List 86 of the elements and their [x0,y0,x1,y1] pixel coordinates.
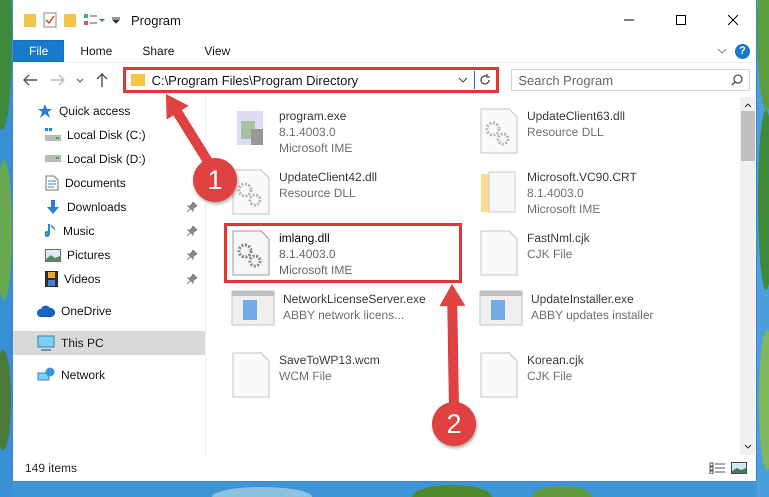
sidebar-item[interactable]: Documents [13,171,132,195]
file-detail: 8.1.4003.0 [279,125,337,139]
drive-icon [45,155,61,163]
computer-icon [37,335,55,351]
sidebar-item[interactable]: Pictures [13,243,116,267]
file-detail: 8.1.4003.0 [527,186,585,200]
gears-file-icon [231,229,271,277]
file-item[interactable]: imlang.dll 8.1.4003.0 Microsoft IME [224,223,462,283]
file-name[interactable]: SaveToWP13.wcm [279,353,380,367]
pictures-icon [45,248,61,262]
search-field[interactable]: Search Program [511,69,750,91]
file-name[interactable]: NetworkLicenseServer.exe [283,292,426,306]
scrollbar-thumb[interactable] [741,111,755,161]
file-detail: Resource DLL [279,186,357,200]
item-count: 149 items [25,461,78,475]
network-icon [37,367,55,383]
file-detail: Resource DLL [527,125,605,139]
scroll-up-icon [744,101,752,109]
sidebar-item[interactable]: Videos [13,267,106,291]
back-arrow-icon [22,74,37,86]
file-detail: WCM File [279,369,333,383]
file-name[interactable]: FastNml.cjk [527,231,590,245]
sidebar-item[interactable]: Quick access [13,99,136,123]
star-icon [37,103,53,119]
up-arrow-icon [96,73,108,87]
file-detail: Microsoft IME [279,141,352,155]
gears-file-icon [479,107,519,155]
file-name[interactable]: Korean.cjk [527,353,584,367]
sidebar-item[interactable]: OneDrive [13,299,118,323]
file-detail: ABBY updates installer [531,308,654,322]
sidebar-item[interactable]: Local Disk (D:) [13,147,152,171]
scrollbar[interactable] [740,97,756,455]
cloud-icon [37,305,55,317]
chevron-down-icon [458,77,468,83]
refresh-icon [478,74,491,86]
folder-icon [63,12,77,28]
file-name[interactable]: UpdateInstaller.exe [531,292,654,306]
search-icon [731,74,744,86]
properties-icon [43,12,57,28]
ribbon-tab[interactable]: Home [66,40,126,62]
file-detail: 8.1.4003.0 [279,247,337,261]
window-icon [231,290,275,326]
dropdown-caret-icon [111,15,121,25]
scroll-down-icon [744,443,752,451]
blank-file-icon [231,351,271,399]
music-note-icon [45,223,57,239]
file-name[interactable]: UpdateClient63.dll [527,109,626,123]
sidebar-item[interactable]: Downloads [13,195,132,219]
forward-arrow-icon [50,74,65,86]
film-icon [45,271,58,287]
file-detail: CJK File [527,247,574,261]
sidebar-item[interactable]: Local Disk (C:) [13,123,152,147]
blank-file-icon [479,351,519,399]
sidebar-item[interactable]: This PC [13,331,205,355]
file-detail: Microsoft IME [527,202,602,216]
address-field[interactable]: C:\Program Files\Program Directory [122,67,500,93]
download-icon [45,199,61,215]
sidebar-item[interactable]: Music [13,219,100,243]
maximize-icon [676,15,686,25]
file-name[interactable]: program.exe [279,109,352,123]
folder-icon [23,12,37,28]
help-button[interactable]: ? [735,44,750,58]
details-list-icon [709,462,725,474]
ribbon-tab[interactable]: View [190,40,244,62]
drive-icon [45,128,61,142]
image-icon [731,462,747,474]
sidebar-item[interactable]: Network [13,363,112,387]
folder-icon [130,73,146,87]
window-title: Program [131,12,182,28]
chevron-down-icon [717,48,727,54]
chevron-down-icon [76,78,84,82]
view-options-icon [83,12,105,28]
file-detail: Microsoft IME [279,263,352,277]
file-name[interactable]: imlang.dll [279,231,352,245]
close-icon [728,15,738,25]
ribbon-tab[interactable]: File [13,40,64,62]
document-icon [45,175,59,191]
minimize-icon [624,19,634,21]
ribbon-tab[interactable]: Share [128,40,188,62]
file-name[interactable]: UpdateClient42.dll [279,170,378,184]
file-name[interactable]: Microsoft.VC90.CRT [527,170,637,184]
window-icon [479,290,523,326]
file-detail: CJK File [527,369,574,383]
gears-file-icon [231,168,271,216]
file-detail: ABBY network licens... [283,308,406,322]
blank-file-icon [479,229,519,277]
